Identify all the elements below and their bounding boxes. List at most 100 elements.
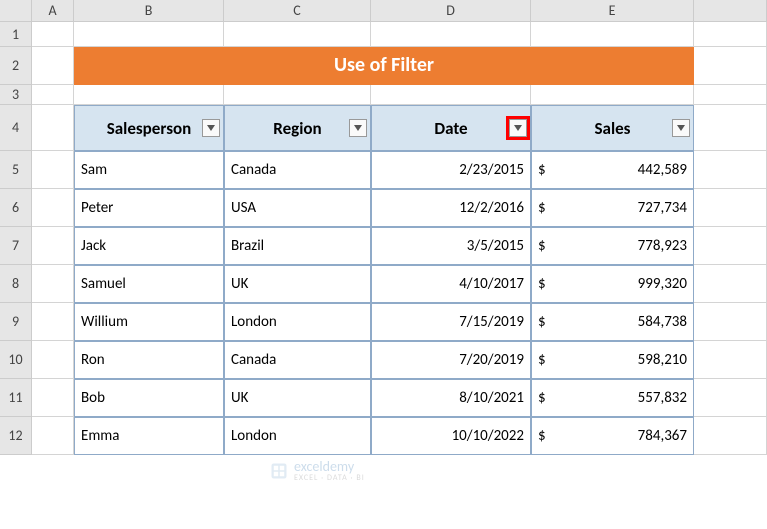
row-header-4[interactable]: 4: [0, 105, 32, 151]
row-header[interactable]: 7: [0, 227, 32, 265]
cell-sales[interactable]: $598,210: [531, 341, 694, 379]
cell-region[interactable]: Canada: [224, 151, 371, 189]
cell[interactable]: [32, 341, 74, 379]
col-header-e[interactable]: E: [531, 0, 694, 21]
cell[interactable]: [531, 85, 694, 105]
cell-sales[interactable]: $999,320: [531, 265, 694, 303]
cell-salesperson[interactable]: Willium: [74, 303, 224, 341]
cell-region[interactable]: UK: [224, 265, 371, 303]
cell[interactable]: [694, 189, 767, 227]
cell-salesperson[interactable]: Peter: [74, 189, 224, 227]
row-header[interactable]: 11: [0, 379, 32, 417]
cell[interactable]: [32, 265, 74, 303]
watermark-sub: EXCEL · DATA · BI: [294, 474, 365, 482]
cell-date[interactable]: 7/20/2019: [371, 341, 531, 379]
cell-date[interactable]: 7/15/2019: [371, 303, 531, 341]
table-row: 7 JackBrazil3/5/2015$778,923: [0, 227, 767, 265]
cell-region[interactable]: Canada: [224, 341, 371, 379]
cell-salesperson[interactable]: Bob: [74, 379, 224, 417]
row-header-3[interactable]: 3: [0, 85, 32, 105]
cell[interactable]: [224, 85, 371, 105]
col-header-d[interactable]: D: [371, 0, 531, 21]
cell-date[interactable]: 3/5/2015: [371, 227, 531, 265]
col-header-c[interactable]: C: [224, 0, 371, 21]
cell[interactable]: [32, 22, 74, 47]
cell-salesperson[interactable]: Emma: [74, 417, 224, 455]
cell[interactable]: [32, 85, 74, 105]
cell[interactable]: [694, 105, 767, 151]
cell[interactable]: [32, 227, 74, 265]
cell[interactable]: [694, 151, 767, 189]
col-header-f[interactable]: [694, 0, 767, 21]
cell-region[interactable]: Brazil: [224, 227, 371, 265]
filter-button-region[interactable]: [349, 119, 367, 137]
cell[interactable]: [32, 105, 74, 151]
row-header[interactable]: 12: [0, 417, 32, 455]
cell-region[interactable]: London: [224, 303, 371, 341]
cell[interactable]: [32, 379, 74, 417]
cell[interactable]: [224, 22, 371, 47]
cell[interactable]: [694, 417, 767, 455]
cell-sales[interactable]: $727,734: [531, 189, 694, 227]
cell-salesperson[interactable]: Sam: [74, 151, 224, 189]
row-header[interactable]: 9: [0, 303, 32, 341]
cell-region[interactable]: London: [224, 417, 371, 455]
cell[interactable]: [74, 85, 224, 105]
cell-date[interactable]: 2/23/2015: [371, 151, 531, 189]
row-header[interactable]: 6: [0, 189, 32, 227]
currency-symbol: $: [538, 427, 546, 445]
cell-region[interactable]: USA: [224, 189, 371, 227]
chevron-down-icon: [207, 125, 215, 131]
header-sales[interactable]: Sales: [531, 105, 694, 151]
cell[interactable]: [694, 379, 767, 417]
cell[interactable]: [694, 47, 767, 85]
cell-sales[interactable]: $778,923: [531, 227, 694, 265]
cell-salesperson[interactable]: Ron: [74, 341, 224, 379]
table-row: 12 EmmaLondon10/10/2022$784,367: [0, 417, 767, 455]
cell[interactable]: [74, 22, 224, 47]
col-header-a[interactable]: A: [32, 0, 74, 21]
cell-date[interactable]: 12/2/2016: [371, 189, 531, 227]
cell[interactable]: [32, 417, 74, 455]
cell[interactable]: [371, 22, 531, 47]
select-all-corner[interactable]: [0, 0, 32, 21]
title-banner[interactable]: Use of Filter: [74, 47, 694, 85]
table-row: 5 SamCanada2/23/2015$442,589: [0, 151, 767, 189]
cell-sales[interactable]: $784,367: [531, 417, 694, 455]
header-date[interactable]: Date: [371, 105, 531, 151]
cell-date[interactable]: 4/10/2017: [371, 265, 531, 303]
cell-sales[interactable]: $557,832: [531, 379, 694, 417]
cell-salesperson[interactable]: Samuel: [74, 265, 224, 303]
row-header-2[interactable]: 2: [0, 47, 32, 85]
filter-button-date[interactable]: [509, 119, 527, 137]
cell-region[interactable]: UK: [224, 379, 371, 417]
cell-date[interactable]: 10/10/2022: [371, 417, 531, 455]
row-header[interactable]: 8: [0, 265, 32, 303]
cell-salesperson[interactable]: Jack: [74, 227, 224, 265]
cell[interactable]: [32, 303, 74, 341]
cell-date[interactable]: 8/10/2021: [371, 379, 531, 417]
header-region[interactable]: Region: [224, 105, 371, 151]
cell[interactable]: [694, 341, 767, 379]
cell[interactable]: [694, 85, 767, 105]
row-header[interactable]: 10: [0, 341, 32, 379]
header-salesperson[interactable]: Salesperson: [74, 105, 224, 151]
cell[interactable]: [694, 265, 767, 303]
cell[interactable]: [32, 189, 74, 227]
cell-sales[interactable]: $442,589: [531, 151, 694, 189]
col-header-b[interactable]: B: [74, 0, 224, 21]
cell[interactable]: [694, 22, 767, 47]
cell[interactable]: [32, 151, 74, 189]
cell[interactable]: [694, 303, 767, 341]
filter-button-salesperson[interactable]: [202, 119, 220, 137]
cell[interactable]: [32, 47, 74, 85]
cell[interactable]: [694, 227, 767, 265]
currency-symbol: $: [538, 275, 546, 293]
row-header-1[interactable]: 1: [0, 22, 32, 47]
currency-symbol: $: [538, 161, 546, 179]
row-header[interactable]: 5: [0, 151, 32, 189]
cell[interactable]: [371, 85, 531, 105]
filter-button-sales[interactable]: [672, 119, 690, 137]
cell-sales[interactable]: $584,738: [531, 303, 694, 341]
cell[interactable]: [531, 22, 694, 47]
